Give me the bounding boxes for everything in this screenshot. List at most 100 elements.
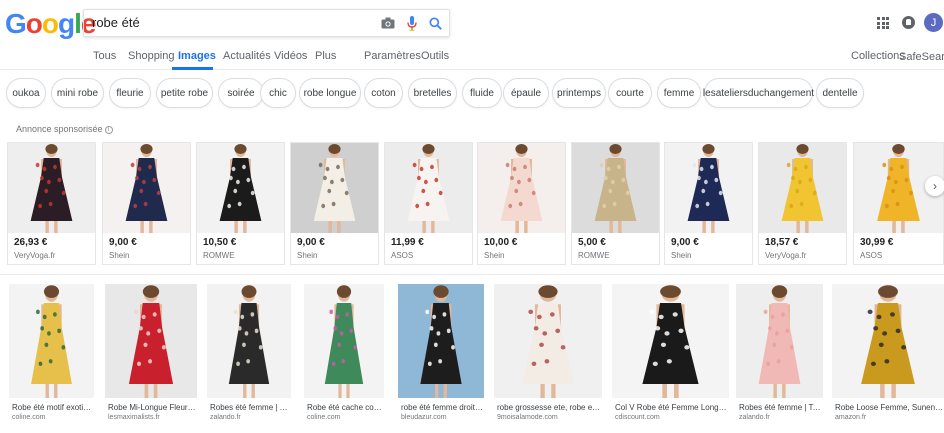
result-title[interactable]: Robes été femme | To... xyxy=(739,403,823,412)
tab-shopping[interactable]: Shopping xyxy=(128,50,175,62)
product-card[interactable]: 9,00 € Shein xyxy=(290,142,379,265)
result-source: zalando.fr xyxy=(739,414,770,421)
product-image[interactable] xyxy=(103,143,190,233)
product-card[interactable]: 10,50 € ROMWE xyxy=(196,142,285,265)
chip[interactable]: dentelle xyxy=(816,78,864,108)
product-image[interactable] xyxy=(478,143,565,233)
result-image[interactable] xyxy=(736,284,823,398)
chip[interactable]: fluide xyxy=(462,78,502,108)
product-card[interactable]: 5,00 € ROMWE xyxy=(571,142,660,265)
result-image[interactable] xyxy=(494,284,602,398)
result-title[interactable]: robe été femme droite... xyxy=(401,403,484,412)
product-card[interactable]: 9,00 € Shein xyxy=(102,142,191,265)
result-title[interactable]: Robe Loose Femme, Sunenjoy ... xyxy=(835,403,944,412)
product-image[interactable] xyxy=(759,143,846,233)
result-image[interactable] xyxy=(612,284,729,398)
product-store: ASOS xyxy=(860,251,883,260)
result-source: cdiscount.com xyxy=(615,414,660,421)
result-title[interactable]: Robe été cache coeur... xyxy=(307,403,384,412)
result-title[interactable]: Robe été motif exotique... xyxy=(12,403,94,412)
result-source: coline.com xyxy=(12,414,46,421)
product-card[interactable]: 9,00 € Shein xyxy=(664,142,753,265)
image-result[interactable]: Col V Robe été Femme Longue... cdiscount.… xyxy=(612,284,729,424)
tab-tous[interactable]: Tous xyxy=(93,50,116,62)
product-price: 18,57 € xyxy=(765,237,799,248)
product-image[interactable] xyxy=(291,143,378,233)
search-icon[interactable] xyxy=(427,15,443,31)
search-input[interactable] xyxy=(92,15,372,30)
chip[interactable]: bretelles xyxy=(408,78,457,108)
product-price: 5,00 € xyxy=(578,237,606,248)
image-result[interactable]: Robe Loose Femme, Sunenjoy ... amazon.fr xyxy=(832,284,944,424)
product-store: ROMWE xyxy=(578,251,610,260)
product-card[interactable]: 11,99 € ASOS xyxy=(384,142,473,265)
product-card[interactable]: 10,00 € Shein xyxy=(477,142,566,265)
product-store: VeryVoga.fr xyxy=(765,251,807,260)
image-result[interactable]: Robes été femme | To... zalando.fr xyxy=(736,284,823,424)
result-image[interactable] xyxy=(304,284,384,398)
product-store: Shein xyxy=(484,251,505,260)
result-title[interactable]: robe grossesse ete, robe ete... xyxy=(497,403,602,412)
apps-grid-icon[interactable] xyxy=(877,17,889,29)
chevron-right-icon[interactable]: › xyxy=(925,176,944,196)
image-result[interactable]: robe été femme droite... bleudazur.com xyxy=(398,284,484,424)
product-store: ROMWE xyxy=(203,251,235,260)
product-card[interactable]: 18,57 € VeryVoga.fr xyxy=(758,142,847,265)
tab-actualites[interactable]: Actualités xyxy=(223,50,271,62)
product-price: 30,99 € xyxy=(860,237,894,248)
product-image[interactable] xyxy=(8,143,95,233)
product-image[interactable] xyxy=(665,143,752,233)
chip[interactable]: mini robe xyxy=(51,78,104,108)
image-result[interactable]: Robe été cache coeur... coline.com xyxy=(304,284,384,424)
tab-videos[interactable]: Vidéos xyxy=(274,50,307,62)
image-result[interactable]: Robes été femme | To... zalando.fr xyxy=(207,284,291,424)
product-card[interactable]: 30,99 € ASOS xyxy=(853,142,944,265)
notifications-icon[interactable] xyxy=(902,16,915,29)
product-store: Shein xyxy=(109,251,130,260)
collections-link[interactable]: Collections xyxy=(851,50,905,62)
chip[interactable]: printemps xyxy=(552,78,606,108)
result-image[interactable] xyxy=(9,284,94,398)
product-image[interactable] xyxy=(197,143,284,233)
product-store: VeryVoga.fr xyxy=(14,251,56,260)
result-title[interactable]: Robes été femme | To... xyxy=(210,403,291,412)
image-result[interactable]: Robe Mi-Longue Fleurie... lesmaximalists.… xyxy=(105,284,197,424)
result-title[interactable]: Col V Robe été Femme Longue... xyxy=(615,403,729,412)
camera-icon[interactable] xyxy=(380,15,396,31)
image-result[interactable]: robe grossesse ete, robe ete... 9moisalam… xyxy=(494,284,602,424)
chip[interactable]: chic xyxy=(260,78,296,108)
tab-parametres[interactable]: Paramètres xyxy=(364,50,421,62)
chip[interactable]: fleurie xyxy=(109,78,151,108)
safesearch-toggle[interactable]: SafeSearch ▾ xyxy=(899,50,944,63)
chip[interactable]: coton xyxy=(364,78,403,108)
tab-plus[interactable]: Plus xyxy=(315,50,336,62)
avatar[interactable]: J xyxy=(924,13,943,32)
google-logo[interactable]: Google xyxy=(5,8,96,40)
image-result[interactable]: Robe été motif exotique... coline.com xyxy=(9,284,94,424)
tab-images[interactable]: Images xyxy=(178,50,216,62)
chip[interactable]: petite robe xyxy=(156,78,213,108)
result-image[interactable] xyxy=(832,284,944,398)
header: Google Tous Shopping Images Actualités V… xyxy=(0,0,944,70)
chip[interactable]: oukoa xyxy=(6,78,46,108)
chip[interactable]: soirée xyxy=(218,78,264,108)
result-image[interactable] xyxy=(105,284,197,398)
chip[interactable]: femme xyxy=(657,78,701,108)
chip[interactable]: épaule xyxy=(503,78,549,108)
chip[interactable]: courte xyxy=(608,78,652,108)
info-icon[interactable]: i xyxy=(104,126,113,134)
product-price: 11,99 € xyxy=(391,237,424,248)
chip[interactable]: lesateliersduchangement xyxy=(703,78,814,108)
product-image[interactable] xyxy=(572,143,659,233)
chip[interactable]: robe longue xyxy=(299,78,361,108)
search-box[interactable] xyxy=(83,9,450,37)
microphone-icon[interactable] xyxy=(404,15,420,31)
result-image[interactable] xyxy=(207,284,291,398)
tab-outils[interactable]: Outils xyxy=(421,50,449,62)
product-card[interactable]: 26,93 € VeryVoga.fr xyxy=(7,142,96,265)
product-store: Shein xyxy=(297,251,318,260)
result-image[interactable] xyxy=(398,284,484,398)
product-price: 9,00 € xyxy=(671,237,699,248)
product-image[interactable] xyxy=(385,143,472,233)
result-title[interactable]: Robe Mi-Longue Fleurie... xyxy=(108,403,197,412)
